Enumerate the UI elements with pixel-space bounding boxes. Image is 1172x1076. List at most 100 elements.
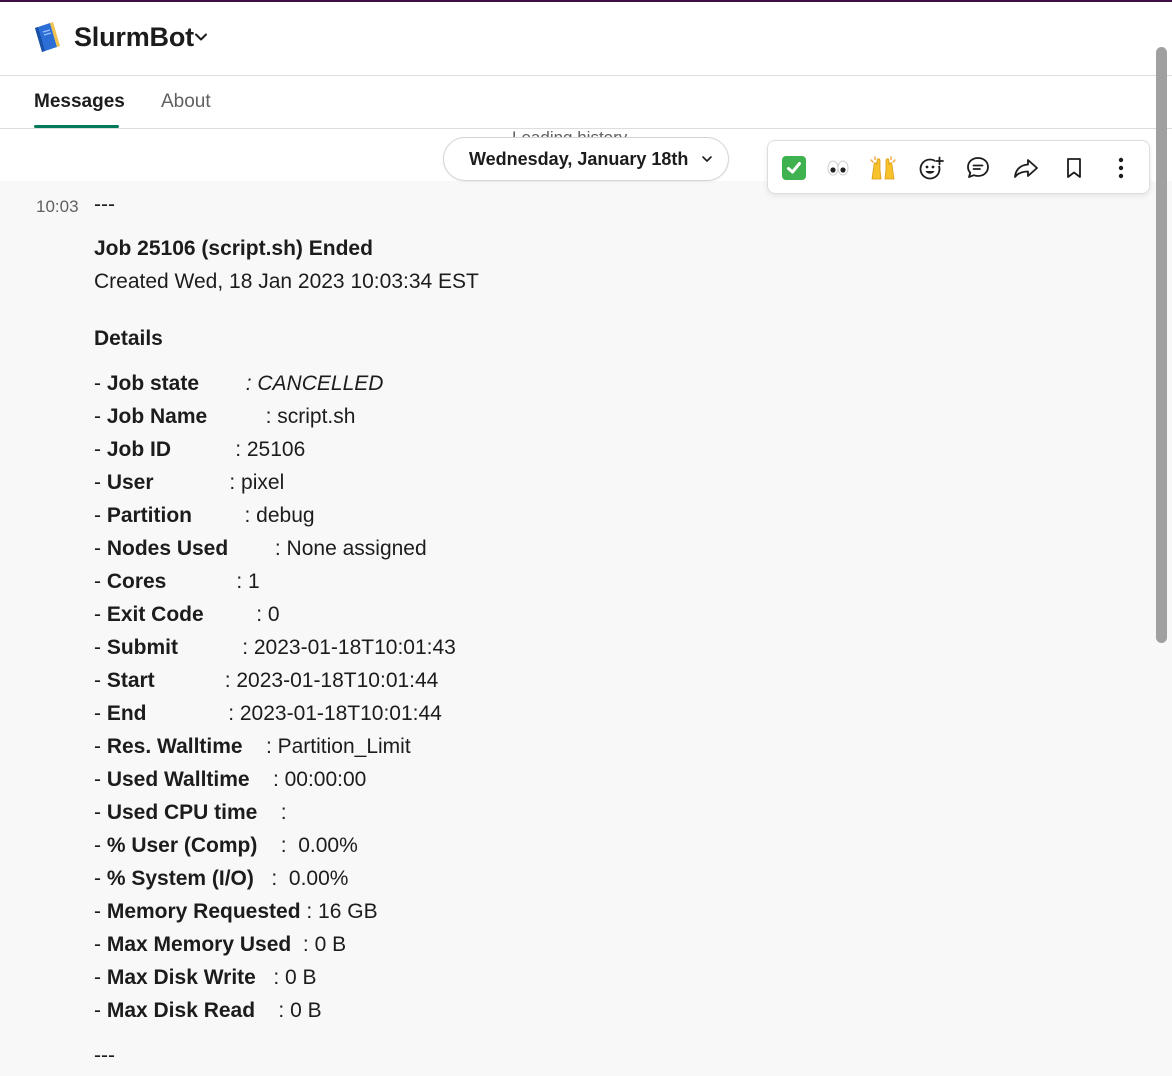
detail-spacing (171, 438, 235, 461)
message-pane: Loading history Wednesday, January 18th (0, 128, 1172, 1076)
detail-value: : 0 B (273, 966, 317, 989)
detail-spacing (228, 537, 275, 560)
detail-bullet: - (94, 999, 107, 1022)
detail-spacing (243, 735, 266, 758)
detail-value: : (280, 801, 287, 824)
add-reaction-icon[interactable] (913, 150, 949, 186)
tab-bar: Messages About (0, 76, 1172, 129)
date-divider-label: Wednesday, January 18th (469, 149, 689, 169)
detail-bullet: - (94, 438, 107, 461)
detail-value: : debug (244, 504, 315, 527)
detail-value: : 0.00% (271, 867, 349, 890)
detail-key: Job ID (106, 438, 171, 461)
detail-spacing (256, 966, 274, 989)
detail-row: - Job ID : 25106 (94, 436, 305, 464)
separator-bottom: --- (94, 1044, 115, 1067)
detail-spacing (178, 636, 242, 659)
detail-spacing (254, 867, 272, 890)
detail-bullet: - (94, 636, 107, 659)
detail-spacing (204, 603, 257, 626)
detail-spacing (199, 372, 246, 395)
detail-row: - Submit : 2023-01-18T10:01:43 (94, 634, 456, 662)
detail-spacing (166, 570, 236, 593)
detail-bullet: - (94, 504, 107, 527)
detail-bullet: - (94, 372, 107, 395)
detail-bullet: - (94, 405, 107, 428)
detail-spacing (257, 834, 280, 857)
detail-value: : 16 GB (306, 900, 378, 923)
detail-key: % System (I/O) (106, 867, 254, 890)
raised-hands-emoji-icon[interactable] (865, 150, 901, 186)
detail-row: - Memory Requested : 16 GB (94, 898, 378, 926)
detail-key: Job Name (106, 405, 208, 428)
detail-key: Used Walltime (106, 768, 250, 791)
detail-value: : pixel (229, 471, 285, 494)
more-actions-icon[interactable] (1103, 150, 1139, 186)
date-divider-button[interactable]: Wednesday, January 18th (443, 137, 729, 181)
detail-row: - Res. Walltime : Partition_Limit (94, 733, 411, 761)
detail-bullet: - (94, 702, 107, 725)
detail-row: - % User (Comp) : 0.00% (94, 832, 358, 860)
job-title: Job 25106 (script.sh) Ended (94, 237, 373, 260)
detail-value: : 0 B (278, 999, 322, 1022)
detail-bullet: - (94, 801, 107, 824)
detail-key: % User (Comp) (106, 834, 258, 857)
detail-key: End (106, 702, 147, 725)
detail-spacing (207, 405, 265, 428)
detail-value: : 2023-01-18T10:01:43 (242, 636, 456, 659)
detail-key: Used CPU time (106, 801, 258, 824)
detail-key: Memory Requested (106, 900, 301, 923)
detail-key: Cores (106, 570, 167, 593)
chevron-down-icon[interactable] (193, 29, 209, 45)
detail-row: - Nodes Used : None assigned (94, 535, 427, 563)
detail-key: Max Disk Read (106, 999, 256, 1022)
detail-value: : Partition_Limit (265, 735, 411, 758)
app-title[interactable]: SlurmBot (74, 20, 194, 54)
detail-value: : 1 (236, 570, 260, 593)
detail-spacing (257, 801, 280, 824)
white-check-mark-emoji-icon[interactable] (776, 150, 812, 186)
detail-row: - End : 2023-01-18T10:01:44 (94, 700, 442, 728)
detail-row: - Used Walltime : 00:00:00 (94, 766, 366, 794)
detail-row: - Max Disk Write : 0 B (94, 964, 317, 992)
detail-value: : 00:00:00 (272, 768, 367, 791)
reply-in-thread-icon[interactable] (960, 150, 996, 186)
tab-about[interactable]: About (161, 89, 211, 115)
eyes-emoji-icon[interactable] (820, 150, 856, 186)
app-book-icon[interactable] (30, 20, 62, 54)
detail-bullet: - (94, 933, 107, 956)
detail-row: - Max Disk Read : 0 B (94, 997, 322, 1025)
detail-row: - Partition : debug (94, 502, 315, 530)
detail-key: Nodes Used (106, 537, 229, 560)
detail-value: : 0.00% (280, 834, 358, 857)
channel-header: SlurmBot (0, 2, 1172, 76)
tab-messages[interactable]: Messages (34, 89, 125, 115)
detail-spacing (155, 669, 225, 692)
detail-bullet: - (94, 735, 107, 758)
detail-bullet: - (94, 867, 107, 890)
detail-spacing (192, 504, 245, 527)
detail-value: : 2023-01-18T10:01:44 (224, 669, 439, 692)
message-actions-toolbar (767, 140, 1150, 194)
detail-spacing (291, 933, 303, 956)
detail-row: - Job state : CANCELLED (94, 370, 383, 398)
detail-bullet: - (94, 471, 107, 494)
detail-bullet: - (94, 966, 107, 989)
detail-spacing (255, 999, 278, 1022)
created-line: Created Wed, 18 Jan 2023 10:03:34 EST (94, 270, 479, 293)
detail-value: : 2023-01-18T10:01:44 (228, 702, 442, 725)
detail-key: Max Memory Used (106, 933, 292, 956)
details-heading: Details (94, 327, 163, 350)
detail-spacing (250, 768, 273, 791)
save-bookmark-icon[interactable] (1056, 150, 1092, 186)
message-timestamp[interactable]: 10:03 (36, 196, 79, 218)
detail-spacing (154, 471, 230, 494)
detail-bullet: - (94, 834, 107, 857)
detail-value: : script.sh (265, 405, 356, 428)
scrollbar-thumb[interactable] (1156, 47, 1167, 643)
detail-bullet: - (94, 768, 107, 791)
active-tab-indicator (34, 125, 119, 128)
detail-key: Submit (106, 636, 178, 659)
share-message-icon[interactable] (1008, 150, 1044, 186)
chevron-down-icon (700, 152, 714, 166)
